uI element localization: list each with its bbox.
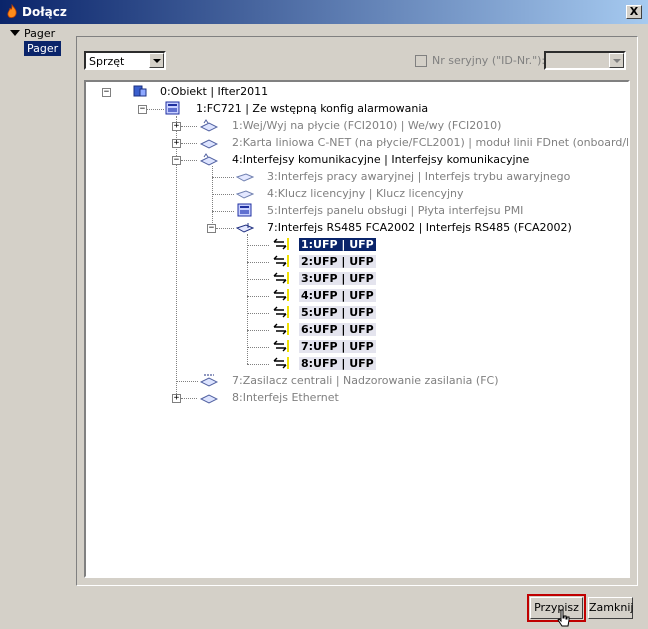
title-bar[interactable]: Dołącz X: [0, 0, 648, 24]
close-window-button[interactable]: X: [626, 5, 642, 19]
flame-icon: [7, 4, 17, 18]
module-icon: [200, 153, 218, 166]
expand-toggle-icon[interactable]: +: [172, 139, 181, 148]
mouse-cursor-icon: [557, 609, 570, 627]
collapse-toggle-icon[interactable]: −: [102, 88, 111, 97]
serial-number-dropdown[interactable]: [544, 51, 626, 70]
type-dropdown[interactable]: Sprzęt: [84, 51, 166, 70]
dropdown-arrow-icon[interactable]: [609, 53, 624, 68]
dropdown-arrow-icon[interactable]: [149, 53, 164, 68]
card-icon: [236, 173, 254, 182]
module-icon: [200, 119, 218, 132]
expand-toggle-icon[interactable]: +: [172, 394, 181, 403]
module-icon: [200, 394, 218, 404]
close-button[interactable]: Zamknij: [588, 597, 633, 619]
collapse-toggle-icon[interactable]: −: [207, 224, 216, 233]
hardware-tree[interactable]: − 0:Obiekt | Ifter2011 − 1:FC721 | Ze ws…: [84, 80, 630, 578]
ufp-icon: [273, 255, 289, 267]
ufp-icon: [273, 340, 289, 352]
ufp-icon: [273, 238, 289, 250]
collapse-triangle-icon[interactable]: [10, 30, 20, 36]
card-icon: [236, 223, 254, 233]
left-tree-item-pager[interactable]: Pager: [24, 41, 62, 56]
expand-toggle-icon[interactable]: +: [172, 122, 181, 131]
ufp-icon: [273, 272, 289, 284]
type-dropdown-value: Sprzęt: [89, 55, 125, 68]
collapse-toggle-icon[interactable]: −: [138, 105, 147, 114]
ufp-icon: [273, 289, 289, 301]
window-title: Dołącz: [22, 5, 67, 19]
collapse-toggle-icon[interactable]: −: [172, 156, 181, 165]
ufp-icon: [273, 323, 289, 335]
panel-icon: [237, 203, 252, 217]
ufp-icon: [273, 306, 289, 318]
serial-number-label: Nr seryjny ("ID-Nr."):: [432, 54, 546, 67]
power-icon: [200, 374, 218, 387]
card-icon: [236, 190, 254, 199]
building-icon: [133, 85, 147, 97]
module-icon: [200, 139, 218, 149]
ufp-icon: [273, 357, 289, 369]
panel-icon: [165, 101, 180, 115]
serial-number-checkbox[interactable]: [415, 55, 427, 67]
